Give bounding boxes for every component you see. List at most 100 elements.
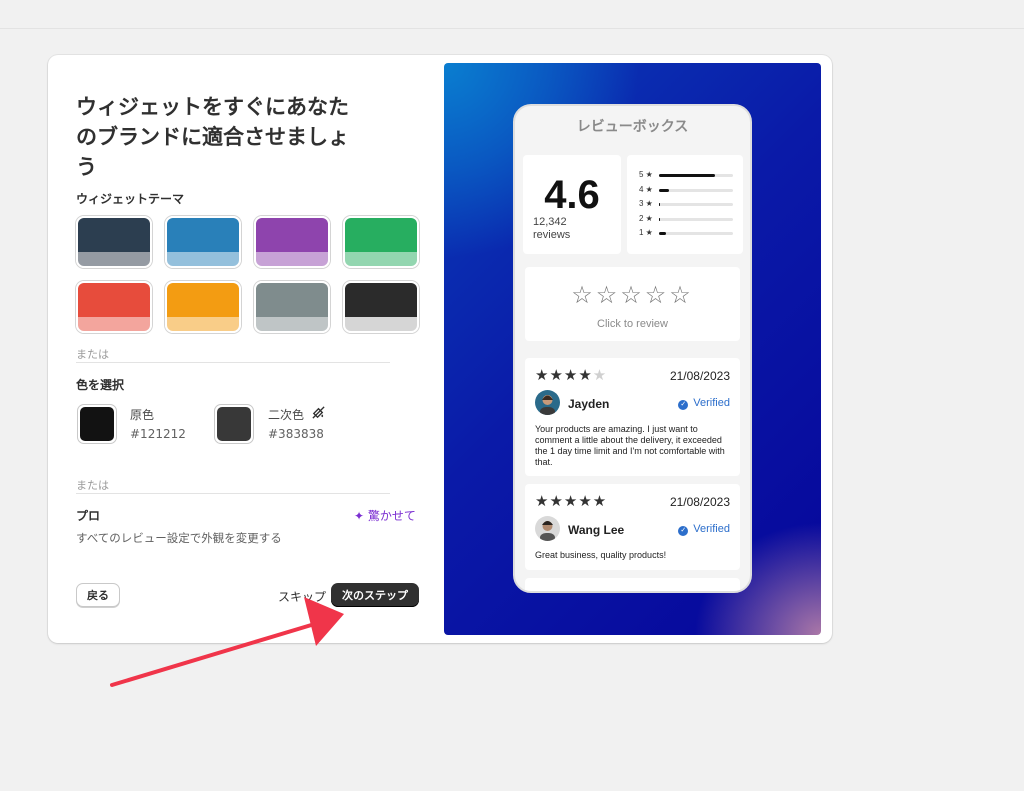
swatch-primary-color: [256, 218, 328, 252]
secondary-color-fill: [217, 407, 251, 441]
swatch-primary-color: [78, 218, 150, 252]
swatch-secondary-color: [78, 252, 150, 266]
swatch-secondary-color: [256, 317, 328, 331]
theme-swatch[interactable]: [343, 281, 419, 333]
distribution-bar-fill: [659, 174, 715, 177]
distribution-bar: [659, 232, 733, 235]
primary-color-label: 原色: [130, 408, 155, 422]
swatch-primary-color: [256, 283, 328, 317]
distribution-label: 1 ★: [639, 228, 653, 237]
preview-panel: レビューボックス 4.6 12,342 reviews 5 ★ 4 ★ 3 ★ 2 ★…: [444, 63, 821, 635]
click-to-review-box[interactable]: ☆☆☆☆☆ Click to review: [525, 267, 740, 341]
or-separator-label: または: [76, 479, 109, 492]
distribution-row: 2 ★: [639, 214, 739, 224]
theme-swatch[interactable]: [165, 281, 241, 333]
review-date: 21/08/2023: [669, 495, 730, 509]
verified-label: Verified: [693, 397, 730, 409]
theme-swatch[interactable]: [76, 216, 152, 268]
surprise-me-link[interactable]: ✦ 驚かせて: [354, 507, 416, 524]
swatch-secondary-color: [78, 317, 150, 331]
swatch-primary-color: [345, 218, 417, 252]
review-card: ★★★★★ 21/08/2023 Jayden ✓ Verified Your p…: [525, 358, 740, 476]
swatch-primary-color: [167, 283, 239, 317]
distribution-row: 5 ★: [639, 170, 739, 180]
swatch-secondary-color: [345, 317, 417, 331]
click-to-review-label: Click to review: [597, 318, 668, 330]
distribution-bar-fill: [659, 232, 667, 235]
distribution-row: 3 ★: [639, 199, 739, 209]
reviewer-name: Wang Lee: [568, 523, 625, 537]
filled-stars: ★★★★★: [535, 493, 608, 510]
distribution-bar: [659, 174, 733, 177]
review-card: ★★★★★ 21/08/2023 Wang Lee ✓ Verified Grea…: [525, 484, 740, 570]
secondary-color-hex: #383838: [268, 427, 324, 441]
theme-swatch[interactable]: [343, 216, 419, 268]
review-text: Your products are amazing. I just want t…: [535, 424, 725, 467]
distribution-row: 4 ★: [639, 185, 739, 195]
review-text: Great business, quality products!: [535, 550, 667, 560]
review-count-number: 12,342: [533, 216, 567, 228]
reviewer-avatar: [535, 390, 560, 415]
swatch-secondary-color: [345, 252, 417, 266]
swatch-secondary-color: [256, 252, 328, 266]
divider: [76, 362, 390, 363]
secondary-color-picker[interactable]: [214, 404, 254, 444]
page-title: ウィジェットをすぐにあなたのブランドに適合させましょう: [76, 95, 349, 179]
review-date: 21/08/2023: [669, 369, 730, 383]
distribution-label: 4 ★: [639, 184, 653, 194]
onboarding-card: ウィジェットをすぐにあなたのブランドに適合させましょう ウィジェットテーマ また…: [48, 55, 832, 643]
swatch-secondary-color: [167, 252, 239, 266]
reviewer-name: Jayden: [568, 397, 610, 411]
empty-stars: ★: [592, 367, 608, 384]
reset-color-icon[interactable]: [311, 405, 326, 424]
review-stars: ★★★★★: [535, 492, 607, 510]
or-separator-label: または: [76, 348, 109, 361]
pro-description: すべてのレビュー設定で外観を変更する: [76, 531, 282, 545]
reviewer-avatar: [535, 516, 560, 541]
swatch-primary-color: [78, 283, 150, 317]
divider: [76, 493, 390, 494]
check-icon: ✓: [678, 400, 689, 410]
primary-color-picker[interactable]: [77, 404, 117, 444]
distribution-bar-fill: [659, 203, 661, 206]
primary-color-hex: #121212: [130, 427, 186, 441]
review-widget-preview: レビューボックス 4.6 12,342 reviews 5 ★ 4 ★ 3 ★ 2 ★…: [513, 104, 752, 593]
distribution-bar-fill: [659, 188, 670, 192]
review-count-unit: reviews: [533, 229, 571, 241]
distribution-label: 2 ★: [639, 213, 653, 223]
widget-theme-label: ウィジェットテーマ: [76, 192, 185, 206]
swatch-secondary-color: [167, 317, 239, 331]
rating-distribution: 5 ★ 4 ★ 3 ★ 2 ★ 1 ★: [627, 155, 743, 254]
theme-swatch[interactable]: [165, 216, 241, 268]
pro-title: プロ: [76, 509, 101, 523]
sparkle-icon: ✦: [354, 509, 365, 523]
theme-swatch[interactable]: [254, 216, 330, 268]
secondary-color-label: 二次色: [268, 408, 305, 422]
distribution-label: 3 ★: [639, 199, 653, 208]
distribution-label: 5 ★: [639, 170, 653, 179]
distribution-bar: [659, 203, 733, 206]
average-score: 4.6: [544, 173, 600, 217]
average-rating-box: 4.6 12,342 reviews: [523, 155, 621, 254]
theme-swatch[interactable]: [76, 281, 152, 333]
distribution-bar-fill: [659, 217, 661, 221]
primary-color-fill: [80, 407, 114, 441]
verified-label: Verified: [693, 523, 730, 535]
distribution-bar: [659, 217, 733, 221]
widget-title: レビューボックス: [576, 119, 689, 135]
verified-badge: ✓ Verified: [678, 523, 730, 536]
review-card: [525, 578, 740, 591]
skip-link[interactable]: スキップ: [278, 588, 326, 605]
review-count: 12,342 reviews: [533, 216, 570, 242]
review-stars: ★★★★★: [535, 366, 607, 384]
distribution-bar: [659, 188, 733, 192]
swatch-primary-color: [167, 218, 239, 252]
back-button[interactable]: 戻る: [76, 583, 120, 607]
empty-star-rating[interactable]: ☆☆☆☆☆: [525, 281, 740, 310]
pick-color-label: 色を選択: [76, 378, 125, 392]
swatch-primary-color: [345, 283, 417, 317]
theme-swatch[interactable]: [254, 281, 330, 333]
next-step-button[interactable]: 次のステップ: [331, 583, 419, 607]
surprise-me-label: 驚かせて: [367, 509, 416, 523]
verified-badge: ✓ Verified: [678, 397, 730, 410]
